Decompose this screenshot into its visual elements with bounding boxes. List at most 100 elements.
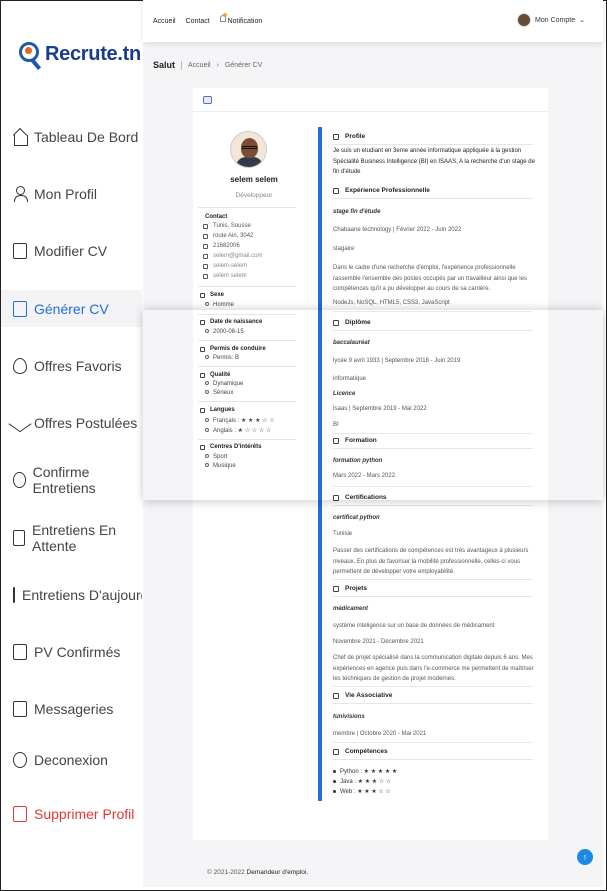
calendar-icon — [200, 319, 205, 325]
formation-title: Formation — [333, 437, 533, 449]
main-content: Salut Accueil › Générer CV selem selem D… — [143, 42, 603, 887]
naissance-value: 2000-08-15 — [205, 329, 244, 335]
hourglass-icon — [333, 319, 339, 326]
top-nav: Accueil Contact Notification — [153, 13, 278, 25]
exchange-icon — [333, 437, 339, 444]
sidebar-item-modifier-cv[interactable]: Modifier CV — [1, 233, 142, 269]
notification-label: Notification — [227, 18, 263, 25]
contact-street: route Ain, 3042 — [203, 233, 253, 239]
breadcrumb-home-link[interactable]: Accueil — [188, 62, 211, 69]
language-icon — [200, 407, 205, 413]
document-icon — [13, 300, 27, 317]
cv-accent-bar — [318, 127, 322, 801]
profil-text: Je suis un etudiant en 3eme année inform… — [333, 148, 535, 175]
formation-name: formation python — [333, 458, 383, 464]
vie-associative-role: membre | Octobre 2020 - Mai 2021 — [333, 731, 427, 737]
interest-icon — [200, 444, 205, 450]
footer: © 2021-2022 Demandeur d'emploi. — [207, 869, 308, 876]
sidebar-item-pv-confirmes[interactable]: PV Confirmés — [1, 634, 142, 670]
clipboard-check-icon — [13, 644, 27, 660]
trophy-icon — [333, 585, 339, 592]
trash-icon — [13, 806, 27, 822]
sidebar-item-entretiens-aujourdhui[interactable]: Entretiens D'aujourd'hui — [1, 577, 142, 613]
sidebar-item-offres-postulees[interactable]: Offres Postulées — [1, 405, 142, 441]
user-icon — [13, 186, 28, 202]
centre-value: Musique — [205, 463, 236, 469]
footer-copyright: © 2021-2022 — [207, 869, 245, 876]
contact-email[interactable]: selem@gmail.com — [203, 253, 262, 259]
qualite-value: Sérieux — [205, 390, 233, 396]
certificate-icon — [333, 494, 339, 501]
phone-icon — [203, 243, 208, 249]
diplome-title: Diplôme — [333, 319, 533, 331]
qualite-title: Qualité — [200, 372, 230, 378]
sidebar-item-tableau-de-bord[interactable]: Tableau De Bord — [1, 119, 142, 155]
sidebar-item-mon-profil[interactable]: Mon Profil — [1, 176, 142, 212]
print-icon[interactable] — [203, 96, 212, 104]
permis-title: Permis de conduire — [200, 346, 266, 352]
search-person-icon — [17, 38, 43, 70]
star-icon — [200, 372, 205, 378]
sidebar: Recrute.tn Tableau De Bord Mon Profil Mo… — [1, 1, 142, 890]
layers-icon — [333, 187, 339, 194]
sidebar-item-label: Deconexion — [34, 752, 108, 768]
map-pin-icon — [203, 233, 208, 239]
sidebar-item-label: PV Confirmés — [34, 644, 121, 660]
linkedin-icon — [203, 263, 208, 269]
brand-name: Recrute.tn — [45, 42, 141, 65]
page-title: Salut — [153, 60, 176, 70]
scroll-top-button[interactable]: ↑ — [577, 849, 593, 865]
contact-linkedin[interactable]: selem-selem — [203, 263, 247, 269]
footer-link[interactable]: Demandeur d'emploi. — [247, 869, 309, 876]
sexe-title: Sexe — [200, 292, 224, 298]
sidebar-item-confirme-entretiens[interactable]: Confirme Entretiens — [1, 462, 142, 498]
breadcrumb: Salut Accueil › Générer CV — [153, 60, 262, 70]
experience-title: Expérience Professionnelle — [333, 187, 533, 199]
projet-dates: Novembre 2021 - Décembre 2021 — [333, 639, 424, 645]
inbox-icon — [13, 701, 27, 717]
target-icon — [333, 692, 339, 699]
cv-name: selem selem — [230, 175, 278, 184]
centres-title: Centres D'intérêts — [200, 444, 261, 450]
naissance-title: Date de naissance — [200, 319, 262, 325]
contact-facebook[interactable]: selem selem — [203, 273, 247, 279]
sidebar-item-messageries[interactable]: Messageries — [1, 691, 142, 727]
diplome-1-school: lycée 9 avril 1933 | Septembre 2018 - Ju… — [333, 358, 461, 364]
experience-skills: NodeJs, NoSQL, HTML5, CSS3, JavaScript — [333, 300, 450, 306]
gender-icon — [200, 292, 205, 298]
calendar-icon — [13, 530, 26, 546]
vie-associative-title: Vie Associative — [333, 692, 533, 704]
nav-accueil-link[interactable]: Accueil — [153, 18, 176, 25]
mic-icon — [333, 748, 339, 755]
competence-item: Java : ★ ★ ★ ☆ ☆ — [333, 778, 391, 785]
formation-dates: Mars 2022 - Mars 2022 — [333, 473, 396, 479]
notification-link[interactable]: Notification — [219, 13, 271, 25]
sidebar-item-label: Offres Favoris — [34, 358, 122, 374]
profil-title: Profile — [333, 133, 533, 145]
sidebar-item-deconexion[interactable]: Deconexion — [1, 742, 142, 778]
sidebar-item-label: Tableau De Bord — [34, 129, 139, 145]
sidebar-item-offres-favoris[interactable]: Offres Favoris — [1, 348, 142, 384]
centre-value: Sport — [205, 454, 227, 460]
nav-contact-link[interactable]: Contact — [186, 18, 210, 25]
experience-type: stagaire — [333, 246, 355, 252]
user-icon — [333, 133, 339, 140]
bell-icon — [219, 13, 227, 22]
sidebar-item-label: Générer CV — [34, 300, 109, 317]
langue-value: Anglais : ★ ☆ ☆ ☆ ☆ — [205, 427, 271, 434]
diplome-2-school: Isaas | Septembre 2019 - Mai 2022 — [333, 406, 427, 412]
home-icon — [13, 129, 28, 146]
mail-icon — [203, 253, 208, 259]
cv-card-header — [193, 88, 548, 112]
chevron-right-icon: › — [216, 61, 219, 69]
diplome-2: Licence — [333, 391, 356, 397]
sidebar-item-generer-cv[interactable]: Générer CV — [1, 290, 142, 327]
account-menu[interactable]: Mon Compte ⌄ — [517, 13, 585, 27]
contact-phone: 21682006 — [203, 243, 240, 249]
contact-address: Tunis, Sousse — [203, 223, 251, 229]
competence-item: Python : ★ ★ ★ ★ ★ — [333, 768, 397, 775]
sidebar-item-supprimer-profil[interactable]: Supprimer Profil — [1, 796, 142, 832]
calendar-check-icon — [13, 587, 15, 603]
brand-logo[interactable]: Recrute.tn — [17, 38, 141, 70]
sidebar-item-entretiens-en-attente[interactable]: Entretiens En Attente — [1, 520, 142, 556]
